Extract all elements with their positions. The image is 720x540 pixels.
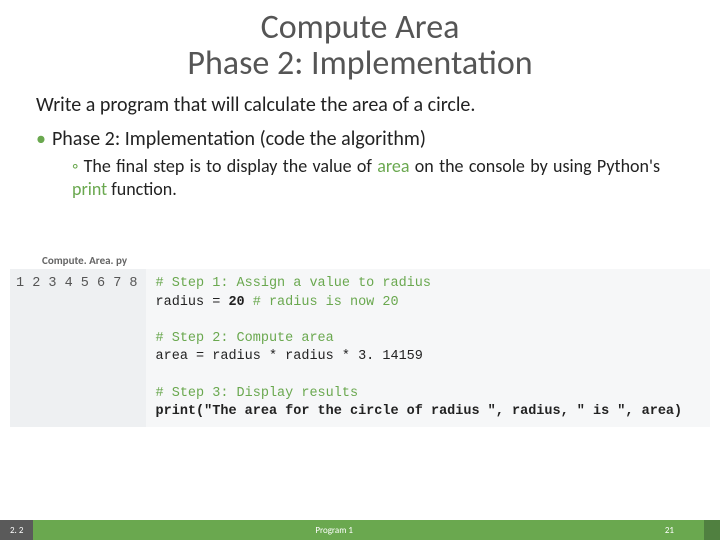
bullet2-pre: The final step is to display the value o… [84,155,378,177]
footer-program: Program 1 [33,525,634,536]
code-comment: # Step 3: Display results [156,386,359,401]
footer-bar: 2. 2 Program 1 21 [0,520,720,540]
code-body: # Step 1: Assign a value to radius radiu… [146,269,710,427]
bullet2-post: function. [107,178,177,200]
title-line1: Compute Area [0,10,720,46]
code-comment: # radius is now 20 [245,295,399,310]
code-block: 1 2 3 4 5 6 7 8 # Step 1: Assign a value… [10,269,710,427]
bullet1-text: Phase 2: Implementation (code the algori… [52,127,426,151]
code-line: radius = [156,295,229,310]
bullet-level2: ◦The final step is to display the value … [0,153,720,200]
bullet-ring-icon: ◦ [72,155,80,177]
filename-label: Compute. Area. py [36,254,720,267]
intro-text: Write a program that will calculate the … [0,81,720,123]
bullet2-hl1: area [377,155,409,177]
bullet-dot-icon: • [36,127,46,151]
slide-title: Compute Area Phase 2: Implementation [0,0,720,81]
code-comment: # Step 1: Assign a value to radius [156,276,431,291]
bullet-level1: •Phase 2: Implementation (code the algor… [0,123,720,153]
bullet2-hl2: print [72,178,107,200]
footer-edge [704,520,720,540]
line-gutter: 1 2 3 4 5 6 7 8 [10,269,146,427]
title-line2: Phase 2: Implementation [0,46,720,82]
code-line: area = radius * radius * 3. 14159 [156,349,423,364]
code-comment: # Step 2: Compute area [156,331,334,346]
code-literal: 20 [228,295,244,310]
footer-page: 21 [635,525,704,536]
bullet2-mid: on the console by using Python's [409,155,660,177]
footer-section: 2. 2 [0,520,33,540]
code-line: print("The area for the circle of radius… [156,404,683,419]
